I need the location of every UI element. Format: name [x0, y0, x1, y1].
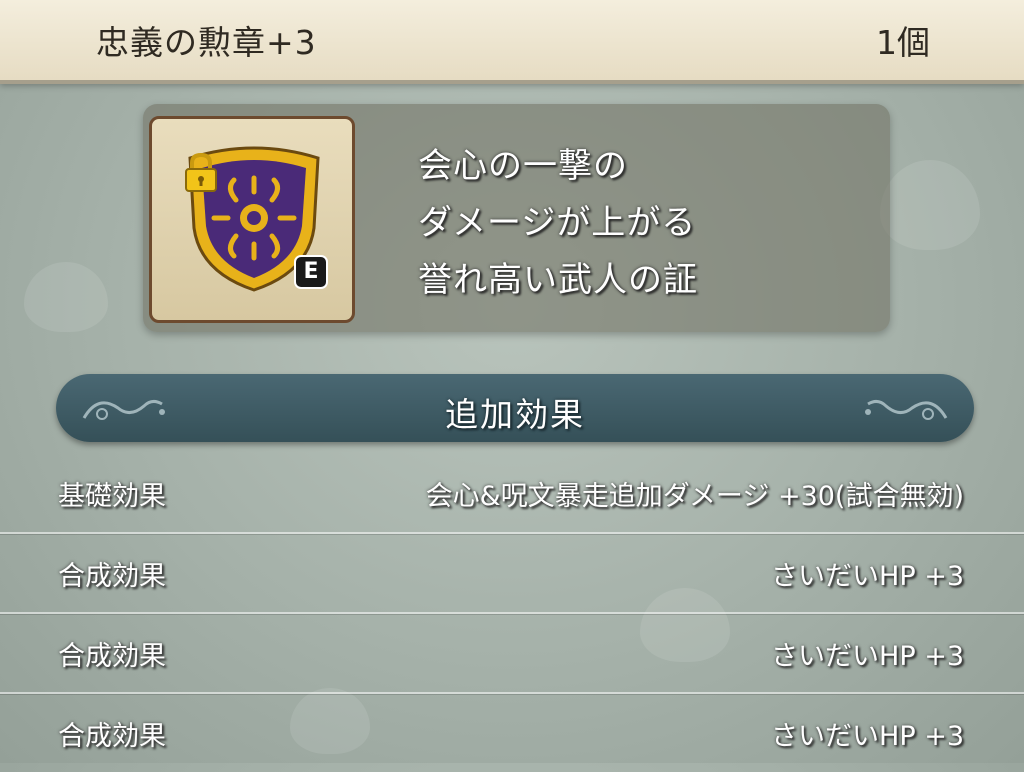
effect-row: 合成効果 さいだいHP +3: [0, 614, 1024, 694]
background-decoration: [880, 160, 980, 250]
effect-label: 合成効果: [58, 561, 166, 592]
effect-row: 基礎効果 会心&呪文暴走追加ダメージ +30(試合無効): [0, 454, 1024, 534]
lock-icon: [185, 152, 217, 192]
effect-label: 合成効果: [58, 641, 166, 672]
effect-label: 合成効果: [58, 721, 166, 752]
item-count: 1個: [876, 23, 930, 62]
effect-row: 合成効果 さいだいHP +3: [0, 534, 1024, 614]
item-description: 会心の一撃の ダメージが上がる 誉れ高い武人の証: [418, 138, 878, 309]
effect-row: 合成効果 さいだいHP +3: [0, 694, 1024, 772]
effect-label: 基礎効果: [58, 481, 166, 512]
effect-value: さいだいHP +3: [771, 561, 964, 592]
effect-value: 会心&呪文暴走追加ダメージ +30(試合無効): [425, 481, 964, 512]
description-line: 会心の一撃の: [418, 146, 628, 186]
background-decoration: [24, 262, 108, 332]
description-line: ダメージが上がる: [418, 203, 697, 243]
section-title: 追加効果: [445, 395, 585, 434]
effect-value: さいだいHP +3: [771, 721, 964, 752]
item-header: 忠義の勲章+3 1個: [0, 0, 1024, 84]
item-name: 忠義の勲章+3: [96, 23, 317, 62]
description-line: 誉れ高い武人の証: [418, 260, 698, 300]
item-icon-frame[interactable]: E: [149, 116, 355, 323]
effect-value: さいだいHP +3: [771, 641, 964, 672]
equipped-badge: E: [294, 255, 328, 289]
additional-effects-banner: 追加効果: [56, 374, 974, 442]
right-ornament-icon: [865, 399, 948, 420]
